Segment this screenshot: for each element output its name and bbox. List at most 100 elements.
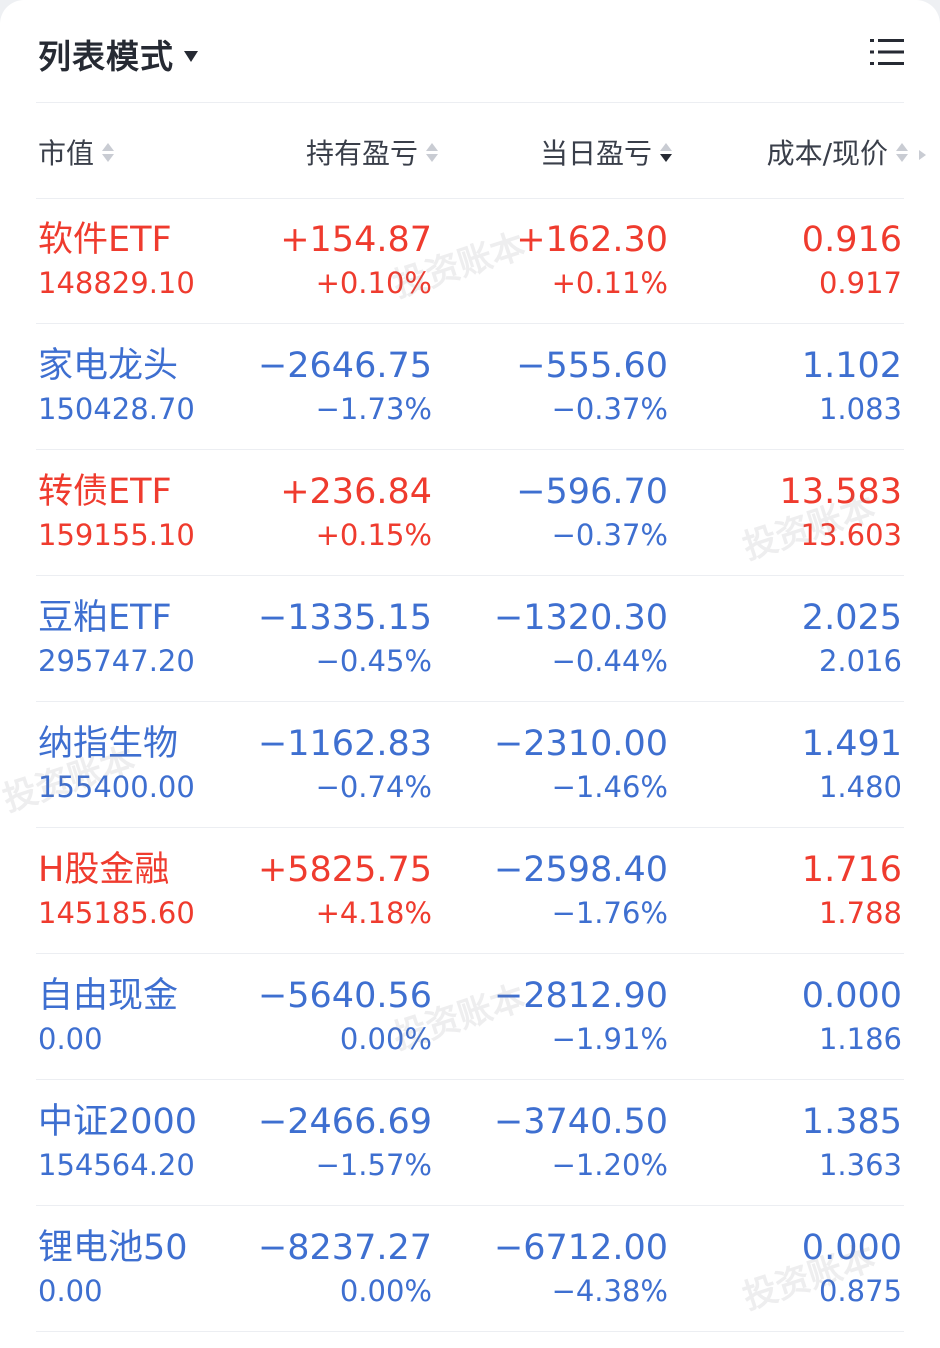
daily-pnl-cell: −6712.00 −4.38% <box>494 1228 668 1308</box>
daily-pnl-cell-primary: +162.30 <box>516 220 668 260</box>
fund-name-cell-secondary: 150428.70 <box>38 392 195 426</box>
fund-name-cell: 自由现金 0.00 <box>38 976 178 1056</box>
sort-icon <box>896 142 908 162</box>
daily-pnl-cell-secondary: −1.20% <box>551 1148 668 1182</box>
holding-pnl-cell-secondary: +0.15% <box>315 518 432 552</box>
holding-pnl-cell-primary: −5640.56 <box>257 976 432 1016</box>
holding-pnl-cell-primary: +154.87 <box>280 220 432 260</box>
daily-pnl-cell-primary: −1320.30 <box>493 598 668 638</box>
daily-pnl-cell: +162.30 +0.11% <box>516 220 668 300</box>
fund-name-cell: 转债ETF 159155.10 <box>38 472 195 552</box>
holding-pnl-cell-primary: −2646.75 <box>257 346 432 386</box>
column-market-value[interactable]: 市值 <box>38 132 115 172</box>
holding-row[interactable]: 家电龙头 150428.70 −2646.75 −1.73% −555.60 −0.37%… <box>36 324 904 450</box>
cost-price-cell-secondary: 1.480 <box>818 770 902 804</box>
daily-pnl-cell-primary: −555.60 <box>516 346 668 386</box>
cost-price-cell-primary: 2.025 <box>801 598 902 638</box>
column-cost-price[interactable]: 成本/现价 <box>767 132 908 172</box>
fund-name-cell-secondary: 148829.10 <box>38 266 195 300</box>
holding-pnl-cell-primary: +5825.75 <box>257 850 432 890</box>
fund-name-cell-primary: 自由现金 <box>38 976 179 1016</box>
fund-name-cell-secondary: 155400.00 <box>38 770 195 804</box>
cost-price-cell: 2.025 2.016 <box>802 598 902 678</box>
cost-price-cell-secondary: 2.016 <box>818 644 902 678</box>
cost-price-cell-primary: 1.385 <box>801 1102 902 1142</box>
holding-pnl-cell: −1162.83 −0.74% <box>258 724 432 804</box>
holding-pnl-cell: −5640.56 0.00% <box>258 976 432 1056</box>
holding-row[interactable]: 锂电池50 0.00 −8237.27 0.00% −6712.00 −4.38% 0.00… <box>36 1206 904 1332</box>
column-header-bar: 市值 持有盈亏 当日盈亏 成本/现价 <box>36 102 926 199</box>
column-holding-pnl[interactable]: 持有盈亏 <box>306 132 438 172</box>
fund-name-cell-primary: 豆粕ETF <box>38 598 172 638</box>
daily-pnl-cell-secondary: −4.38% <box>551 1274 668 1308</box>
holdings-list: 软件ETF 148829.10 +154.87 +0.10% +162.30 +0.11%… <box>36 198 904 1332</box>
cost-price-cell: 0.000 0.875 <box>802 1228 902 1308</box>
daily-pnl-cell: −2598.40 −1.76% <box>494 850 668 930</box>
daily-pnl-cell-secondary: −0.37% <box>551 518 668 552</box>
daily-pnl-cell-primary: −2310.00 <box>493 724 668 764</box>
holding-pnl-cell: −8237.27 0.00% <box>258 1228 432 1308</box>
fund-name-cell-primary: H股金融 <box>38 850 170 890</box>
holding-row[interactable]: 转债ETF 159155.10 +236.84 +0.15% −596.70 −0.37%… <box>36 450 904 576</box>
fund-name-cell-secondary: 145185.60 <box>38 896 195 930</box>
holding-pnl-cell-secondary: −1.57% <box>315 1148 432 1182</box>
daily-pnl-cell-primary: −6712.00 <box>493 1228 668 1268</box>
daily-pnl-cell: −3740.50 −1.20% <box>494 1102 668 1182</box>
holding-pnl-cell-secondary: +0.10% <box>315 266 432 300</box>
daily-pnl-cell-primary: −3740.50 <box>493 1102 668 1142</box>
holding-pnl-cell-primary: −1335.15 <box>257 598 432 638</box>
holding-pnl-cell-secondary: −1.73% <box>315 392 432 426</box>
holding-row[interactable]: 中证2000 154564.20 −2466.69 −1.57% −3740.50 −1.… <box>36 1080 904 1206</box>
holding-row[interactable]: 软件ETF 148829.10 +154.87 +0.10% +162.30 +0.11%… <box>36 198 904 324</box>
fund-name-cell-primary: 中证2000 <box>38 1102 198 1142</box>
cost-price-cell-secondary: 1.083 <box>818 392 902 426</box>
daily-pnl-cell-secondary: −1.91% <box>551 1022 668 1056</box>
cost-price-cell-primary: 1.102 <box>801 346 902 386</box>
cost-price-cell-secondary: 0.917 <box>818 266 902 300</box>
view-mode-dropdown[interactable]: 列表模式 <box>38 30 198 78</box>
holding-pnl-cell-secondary: −0.74% <box>315 770 432 804</box>
cost-price-cell-secondary: 1.363 <box>818 1148 902 1182</box>
fund-name-cell: 家电龙头 150428.70 <box>38 346 195 426</box>
holding-row[interactable]: 纳指生物 155400.00 −1162.83 −0.74% −2310.00 −1.46… <box>36 702 904 828</box>
fund-name-cell-secondary: 0.00 <box>38 1022 103 1056</box>
fund-name-cell: 豆粕ETF 295747.20 <box>38 598 195 678</box>
sort-icon <box>426 142 438 162</box>
daily-pnl-cell: −2812.90 −1.91% <box>494 976 668 1056</box>
cost-price-cell: 1.102 1.083 <box>802 346 902 426</box>
holding-pnl-cell-primary: −2466.69 <box>257 1102 432 1142</box>
daily-pnl-cell-secondary: −0.44% <box>551 644 668 678</box>
scroll-right-arrow-icon[interactable] <box>919 150 926 160</box>
holding-pnl-cell: −2646.75 −1.73% <box>258 346 432 426</box>
daily-pnl-cell-secondary: −1.46% <box>551 770 668 804</box>
cost-price-cell-primary: 13.583 <box>779 472 902 512</box>
daily-pnl-cell: −1320.30 −0.44% <box>494 598 668 678</box>
cost-price-cell-primary: 0.000 <box>801 1228 902 1268</box>
sort-descending-icon <box>660 142 672 162</box>
cost-price-cell: 0.916 0.917 <box>802 220 902 300</box>
column-cost-price-label: 成本/现价 <box>766 137 888 170</box>
holding-row[interactable]: H股金融 145185.60 +5825.75 +4.18% −2598.40 −1.76… <box>36 828 904 954</box>
fund-name-cell: H股金融 145185.60 <box>38 850 195 930</box>
holding-row[interactable]: 自由现金 0.00 −5640.56 0.00% −2812.90 −1.91% 0.000… <box>36 954 904 1080</box>
cost-price-cell: 1.385 1.363 <box>802 1102 902 1182</box>
cost-price-cell: 1.491 1.480 <box>802 724 902 804</box>
fund-name-cell-primary: 转债ETF <box>38 472 172 512</box>
daily-pnl-cell-secondary: −0.37% <box>551 392 668 426</box>
holding-row[interactable]: 豆粕ETF 295747.20 −1335.15 −0.45% −1320.30 −0.4… <box>36 576 904 702</box>
holding-pnl-cell-secondary: +4.18% <box>315 896 432 930</box>
holding-pnl-cell: +154.87 +0.10% <box>280 220 432 300</box>
fund-name-cell-primary: 纳指生物 <box>38 724 179 764</box>
holding-pnl-cell: −2466.69 −1.57% <box>258 1102 432 1182</box>
cost-price-cell-primary: 1.491 <box>801 724 902 764</box>
cost-price-cell: 0.000 1.186 <box>802 976 902 1056</box>
sort-icon <box>102 142 115 162</box>
daily-pnl-cell: −555.60 −0.37% <box>516 346 668 426</box>
column-daily-pnl[interactable]: 当日盈亏 <box>540 132 672 172</box>
daily-pnl-cell: −2310.00 −1.46% <box>494 724 668 804</box>
holding-pnl-cell-secondary: −0.45% <box>315 644 432 678</box>
list-menu-icon[interactable] <box>870 36 904 68</box>
view-mode-label: 列表模式 <box>38 37 174 76</box>
holding-pnl-cell-primary: −1162.83 <box>257 724 432 764</box>
fund-name-cell: 中证2000 154564.20 <box>38 1102 197 1182</box>
